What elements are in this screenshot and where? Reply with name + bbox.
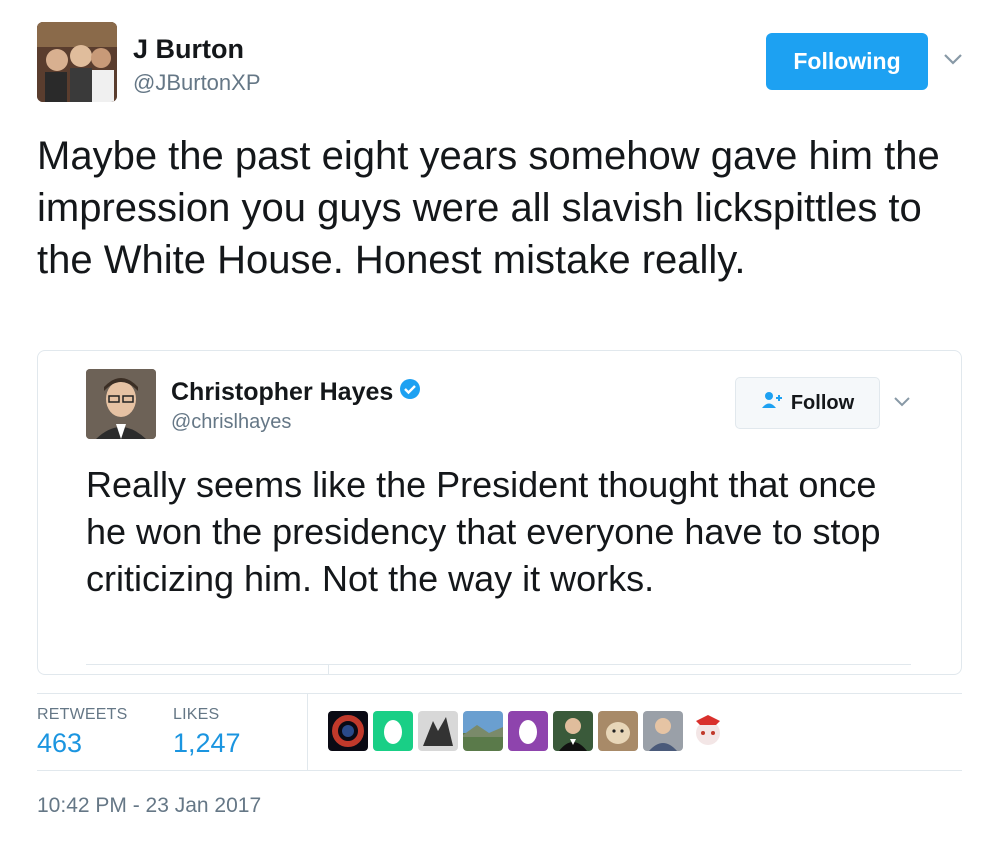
liker-avatar-egg-purple[interactable] bbox=[508, 711, 548, 751]
quoted-divider bbox=[86, 664, 911, 665]
liker-avatar-man[interactable] bbox=[643, 711, 683, 751]
liker-avatar-nebula[interactable] bbox=[328, 711, 368, 751]
retweets-label: RETWEETS bbox=[37, 706, 128, 723]
author-name[interactable]: J Burton bbox=[133, 34, 244, 65]
quoted-author-handle[interactable]: @chrislhayes bbox=[171, 411, 291, 434]
chevron-down-icon[interactable] bbox=[943, 52, 963, 66]
add-user-icon bbox=[761, 391, 783, 415]
liker-avatar-dog[interactable] bbox=[598, 711, 638, 751]
verified-badge-icon bbox=[399, 378, 421, 407]
quoted-divider-tick bbox=[328, 664, 329, 674]
follow-button[interactable]: Follow bbox=[735, 377, 880, 429]
author-handle[interactable]: @JBurtonXP bbox=[133, 70, 261, 96]
liker-avatar-landscape[interactable] bbox=[463, 711, 503, 751]
liker-avatar-egg-green[interactable] bbox=[373, 711, 413, 751]
liker-avatar-dragon[interactable] bbox=[418, 711, 458, 751]
likes-count[interactable]: 1,247 bbox=[173, 728, 241, 759]
quoted-author-avatar[interactable] bbox=[86, 369, 156, 439]
quoted-author-name-text: Christopher Hayes bbox=[171, 378, 394, 406]
stats-separator bbox=[307, 694, 308, 770]
quoted-chevron-down-icon[interactable] bbox=[893, 396, 911, 408]
following-button[interactable]: Following bbox=[766, 33, 928, 90]
tweet-text: Maybe the past eight years somehow gave … bbox=[37, 134, 940, 282]
quoted-tweet-text: Really seems like the President thought … bbox=[86, 464, 881, 599]
quoted-tweet-card[interactable]: Christopher Hayes @chrislhayes Follow Re… bbox=[37, 350, 962, 675]
author-avatar[interactable] bbox=[37, 22, 117, 102]
stats-top-divider bbox=[37, 693, 962, 694]
liker-avatar-anime-girl[interactable] bbox=[688, 711, 728, 751]
retweets-count[interactable]: 463 bbox=[37, 728, 82, 759]
likes-label: LIKES bbox=[173, 706, 220, 723]
quoted-author-name[interactable]: Christopher Hayes bbox=[171, 378, 421, 407]
stats-bottom-divider bbox=[37, 770, 962, 771]
liker-avatar-tux-man[interactable] bbox=[553, 711, 593, 751]
liker-avatars bbox=[328, 711, 728, 751]
follow-label: Follow bbox=[790, 391, 855, 414]
tweet-timestamp[interactable]: 10:42 PM - 23 Jan 2017 bbox=[37, 794, 261, 818]
